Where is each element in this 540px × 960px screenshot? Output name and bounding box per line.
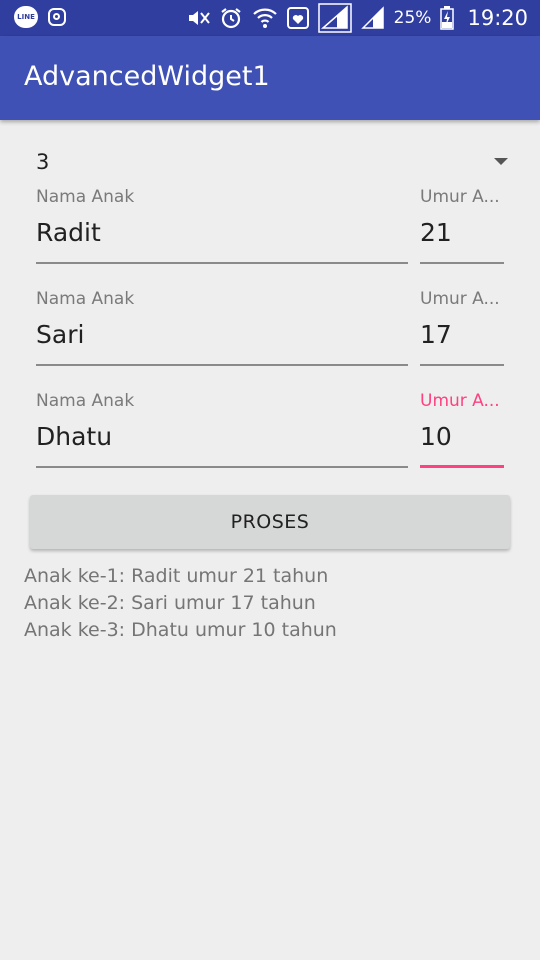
child-1-name-input[interactable] <box>36 215 408 249</box>
alarm-icon <box>219 6 243 30</box>
child-1-age-label: Umur A... <box>420 187 500 207</box>
result-line: Anak ke-1: Radit umur 21 tahun <box>24 565 329 587</box>
field-underline <box>420 262 504 264</box>
battery-percent: 25% <box>393 8 432 28</box>
wifi-icon <box>252 6 278 30</box>
notification-icons: LINE <box>14 6 66 28</box>
children-count-spinner[interactable]: 3 <box>36 146 510 180</box>
field-underline-focused <box>420 465 504 468</box>
app-title: AdvancedWidget1 <box>24 61 270 92</box>
child-2-age-field[interactable]: Umur A... <box>420 289 504 369</box>
signal-2-icon <box>360 6 385 30</box>
child-2-name-field[interactable]: Nama Anak <box>36 289 408 369</box>
child-2-age-label: Umur A... <box>420 289 500 309</box>
battery-charging-icon <box>440 6 455 30</box>
status-bar: LINE 25% 19:20 <box>0 0 540 36</box>
child-2-age-input[interactable] <box>420 317 504 351</box>
line-app-icon: LINE <box>14 6 38 28</box>
mute-icon <box>186 7 210 29</box>
child-3-name-field[interactable]: Nama Anak <box>36 391 408 471</box>
app-bar: AdvancedWidget1 <box>0 36 540 120</box>
clock: 19:20 <box>467 6 528 30</box>
child-3-age-label: Umur A... <box>420 391 500 411</box>
field-underline <box>420 364 504 366</box>
result-line: Anak ke-2: Sari umur 17 tahun <box>24 592 316 614</box>
child-2-name-input[interactable] <box>36 317 408 351</box>
signal-icon <box>317 3 352 33</box>
system-icons: 25% 19:20 <box>186 0 528 36</box>
child-3-age-field[interactable]: Umur A... <box>420 391 504 471</box>
spinner-selected-value: 3 <box>36 150 50 174</box>
child-3-name-input[interactable] <box>36 419 408 453</box>
child-1-name-label: Nama Anak <box>36 187 135 207</box>
instagram-icon <box>48 8 66 26</box>
result-line: Anak ke-3: Dhatu umur 10 tahun <box>24 619 337 641</box>
field-underline <box>36 262 408 264</box>
child-1-age-input[interactable] <box>420 215 504 249</box>
field-underline <box>36 466 408 468</box>
heart-badge-icon <box>286 7 309 29</box>
dropdown-arrow-icon <box>494 158 508 165</box>
child-1-name-field[interactable]: Nama Anak <box>36 187 408 267</box>
child-2-name-label: Nama Anak <box>36 289 135 309</box>
results-text: Anak ke-1: Radit umur 21 tahun Anak ke-2… <box>24 563 337 644</box>
proses-button[interactable]: PROSES <box>30 495 510 549</box>
child-3-name-label: Nama Anak <box>36 391 135 411</box>
field-underline <box>36 364 408 366</box>
child-1-age-field[interactable]: Umur A... <box>420 187 504 267</box>
child-3-age-input[interactable] <box>420 419 504 453</box>
